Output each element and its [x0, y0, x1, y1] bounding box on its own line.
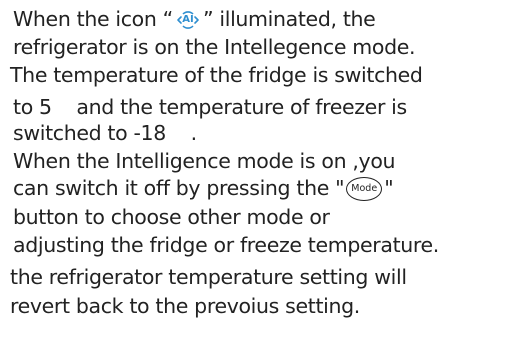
line-1-part-b: ” illuminated, the — [202, 7, 376, 31]
text-line-9: adjusting the fridge or freeze temperatu… — [13, 233, 439, 257]
text-line-4: to 5 and the temperature of freezer is — [13, 95, 407, 119]
text-line-7: can switch it off by pressing the " Mode " — [13, 175, 394, 201]
text-line-5: switched to -18 . — [13, 121, 197, 145]
text-line-1: When the icon “ AI ” illuminated, the — [13, 6, 376, 32]
text-line-2: refrigerator is on the Intellegence mode… — [13, 35, 416, 59]
line-7-part-a: can switch it off by pressing the " — [13, 176, 345, 200]
ai-intelligence-icon: AI — [174, 8, 202, 32]
mode-button-icon: Mode — [346, 177, 383, 201]
ai-icon-label: AI — [182, 14, 194, 25]
line-1-part-a: When the icon “ — [13, 7, 173, 31]
text-line-8: button to choose other mode or — [13, 205, 330, 229]
text-line-6: When the Intelligence mode is on ,you — [13, 149, 396, 173]
text-line-3: The temperature of the fridge is switche… — [10, 63, 423, 87]
text-line-11: revert back to the prevoius setting. — [10, 294, 360, 318]
text-line-10: the refrigerator temperature setting wil… — [10, 265, 407, 289]
line-7-part-b: " — [384, 176, 394, 200]
